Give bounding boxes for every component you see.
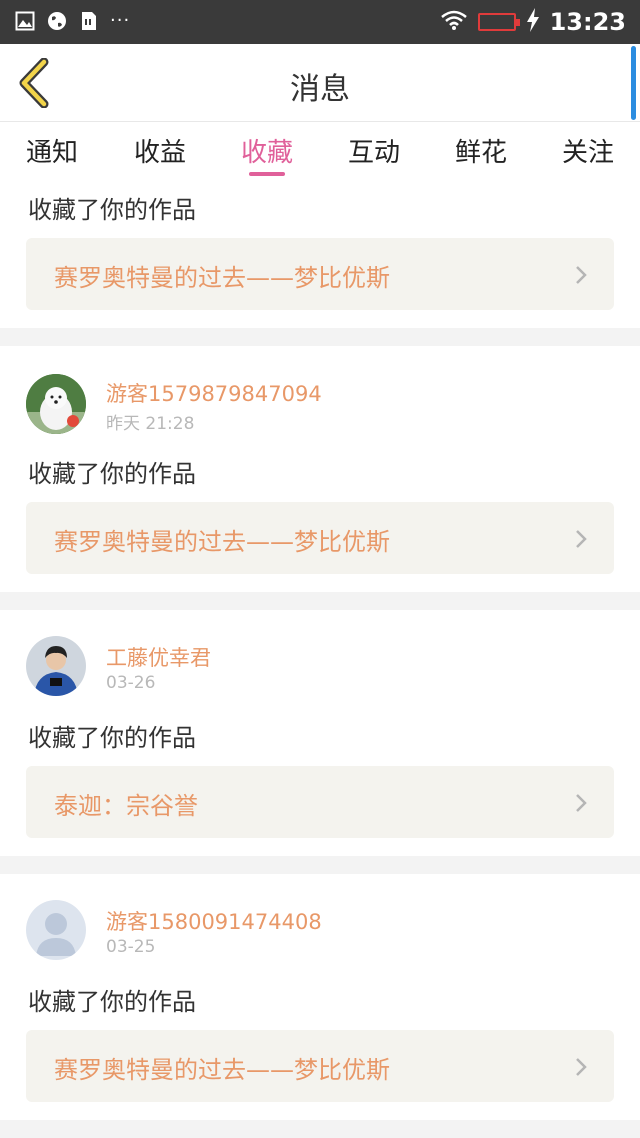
page-title: 消息 [290,72,350,107]
person-avatar-icon [26,636,86,696]
message-time: 03-25 [106,937,156,957]
chevron-right-icon [576,1058,587,1076]
tab-earnings[interactable]: 收益 [120,132,200,169]
charging-icon [526,8,540,36]
message-card: 游客1580091474408 03-25 收藏了你的作品 赛罗奥特曼的过去——… [0,874,640,1120]
status-left-icons: ··· [14,10,130,32]
default-avatar-icon [26,900,86,960]
image-icon [14,10,36,32]
active-tab-underline [249,172,285,176]
message-card: 收藏了你的作品 赛罗奥特曼的过去——梦比优斯 [0,186,640,328]
tab-flowers[interactable]: 鲜花 [441,132,521,169]
tab-interactions[interactable]: 互动 [334,132,414,169]
globe-icon [46,10,68,32]
user-name[interactable]: 游客1580091474408 [106,906,322,936]
chevron-right-icon [576,794,587,812]
work-title: 赛罗奥特曼的过去——梦比优斯 [54,528,390,556]
avatar[interactable] [26,636,86,696]
chevron-right-icon [576,266,587,284]
work-link[interactable]: 赛罗奥特曼的过去——梦比优斯 [26,502,614,574]
work-link[interactable]: 赛罗奥特曼的过去——梦比优斯 [26,1030,614,1102]
message-card: 游客1579879847094 昨天 21:28 收藏了你的作品 赛罗奥特曼的过… [0,346,640,592]
wifi-icon [440,9,468,35]
action-text: 收藏了你的作品 [28,724,196,752]
action-text: 收藏了你的作品 [28,196,196,224]
work-title: 赛罗奥特曼的过去——梦比优斯 [54,264,390,292]
message-card: 工藤优幸君 03-26 收藏了你的作品 泰迦：宗谷誉 [0,610,640,856]
more-notifications-dots: ··· [110,10,131,31]
message-time: 昨天 21:28 [106,414,195,434]
action-text: 收藏了你的作品 [28,988,196,1016]
message-time: 03-26 [106,673,156,693]
status-bar: ··· 13:23 [0,0,640,44]
work-link[interactable]: 赛罗奥特曼的过去——梦比优斯 [26,238,614,310]
battery-icon [477,13,520,31]
user-name[interactable]: 游客1579879847094 [106,378,322,408]
sim-icon [78,10,100,32]
work-title: 赛罗奥特曼的过去——梦比优斯 [54,1056,390,1084]
scroll-indicator [631,46,636,120]
tab-notifications[interactable]: 通知 [12,132,92,169]
work-title: 泰迦：宗谷誉 [54,792,198,820]
chevron-right-icon [576,530,587,548]
clock-time: 13:23 [549,8,626,36]
top-header: 消息 [0,44,640,122]
user-name[interactable]: 工藤优幸君 [106,642,211,672]
avatar[interactable] [26,374,86,434]
work-link[interactable]: 泰迦：宗谷誉 [26,766,614,838]
tab-bar: 通知 收益 收藏 互动 鲜花 关注 [0,122,640,186]
action-text: 收藏了你的作品 [28,460,196,488]
avatar[interactable] [26,900,86,960]
dog-avatar-icon [26,374,86,434]
tab-favorites[interactable]: 收藏 [227,132,307,169]
tab-follows[interactable]: 关注 [548,132,628,169]
